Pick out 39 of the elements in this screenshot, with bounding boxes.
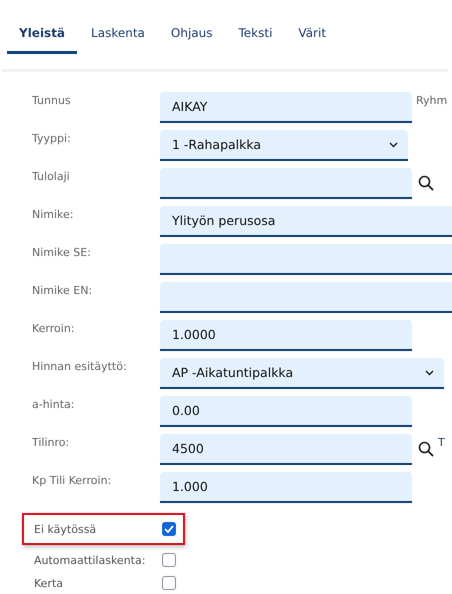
field-label: Tulolaji (32, 169, 71, 183)
tab[interactable]: Ohjaus (158, 20, 224, 54)
field-label: Tyyppi: (32, 131, 72, 145)
field-label: Nimike SE: (32, 245, 92, 259)
field-label: a-hinta: (32, 397, 76, 411)
search-icon[interactable] (418, 175, 434, 191)
input-field[interactable] (160, 168, 412, 199)
select-field[interactable]: AP -Aikatuntipalkka (160, 358, 444, 389)
field-label: Kp Tili Kerroin: (32, 473, 112, 487)
field-label: Nimike EN: (32, 283, 94, 297)
input-field[interactable]: AIKAY (160, 92, 412, 123)
tab[interactable]: Värit (286, 20, 338, 54)
checkbox-label: Ei käytössä (34, 522, 98, 536)
field-label: Kerroin: (32, 321, 76, 335)
select-field[interactable]: 1 -Rahapalkka (160, 130, 408, 161)
checkbox[interactable] (162, 576, 176, 590)
field-label: Hinnan esitäyttö: (32, 359, 128, 373)
tab[interactable]: Teksti (226, 20, 284, 54)
field-label: Tilinro: (32, 435, 70, 449)
input-field[interactable]: 4500 (160, 434, 412, 465)
side-label: T (437, 435, 445, 449)
checkbox[interactable] (162, 553, 176, 567)
chevron-down-icon (425, 370, 434, 376)
checkbox-label: Kerta (34, 576, 64, 590)
field-label: Tunnus (32, 93, 72, 107)
input-field[interactable]: 1.0000 (160, 320, 412, 351)
checkbox-label: Automaattilaskenta: (34, 554, 146, 566)
input-field[interactable] (160, 244, 452, 275)
input-field[interactable] (160, 282, 452, 313)
tab[interactable]: Laskenta (79, 20, 157, 54)
input-field[interactable]: Ylityön perusosa (160, 206, 452, 237)
side-label: Ryhm (415, 93, 448, 107)
tab[interactable]: Yleistä (7, 20, 78, 54)
search-icon[interactable] (418, 441, 434, 457)
input-field[interactable]: 0.00 (160, 396, 412, 427)
input-field[interactable]: 1.000 (160, 472, 412, 503)
chevron-down-icon (389, 142, 398, 148)
field-label: Nimike: (32, 207, 75, 221)
checkbox[interactable] (162, 522, 176, 536)
